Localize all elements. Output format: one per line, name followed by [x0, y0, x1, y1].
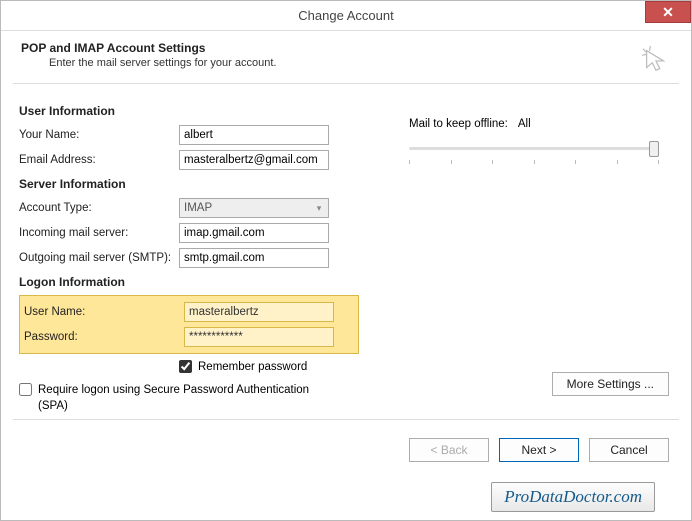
label-email: Email Address: [19, 154, 179, 166]
header: POP and IMAP Account Settings Enter the … [1, 31, 691, 83]
back-button: < Back [409, 438, 489, 462]
label-outgoing: Outgoing mail server (SMTP): [19, 252, 179, 264]
field-user-name: User Name: [24, 301, 354, 323]
section-user-info: User Information [19, 104, 359, 118]
label-incoming: Incoming mail server: [19, 227, 179, 239]
cursor-icon [641, 45, 671, 75]
slider-track [409, 147, 659, 150]
input-incoming[interactable] [179, 223, 329, 243]
label-your-name: Your Name: [19, 129, 179, 141]
label-spa: Require logon using Secure Password Auth… [38, 383, 328, 414]
input-password[interactable] [184, 327, 334, 347]
input-your-name[interactable] [179, 125, 329, 145]
checkbox-remember-row: Remember password [19, 360, 359, 373]
logon-highlight: User Name: Password: [19, 295, 359, 354]
section-logon-info: Logon Information [19, 275, 359, 289]
more-settings-wrap: More Settings ... [552, 372, 669, 396]
label-account-type: Account Type: [19, 202, 179, 214]
field-account-type: Account Type: IMAP ▾ [19, 197, 359, 219]
field-password: Password: [24, 326, 354, 348]
header-title: POP and IMAP Account Settings [21, 41, 671, 55]
section-server-info: Server Information [19, 177, 359, 191]
close-button[interactable]: ✕ [645, 1, 691, 23]
offline-slider[interactable] [409, 140, 659, 160]
select-account-type: IMAP ▾ [179, 198, 329, 218]
field-your-name: Your Name: [19, 124, 359, 146]
cancel-button[interactable]: Cancel [589, 438, 669, 462]
field-email: Email Address: [19, 149, 359, 171]
field-outgoing: Outgoing mail server (SMTP): [19, 247, 359, 269]
input-email[interactable] [179, 150, 329, 170]
label-password: Password: [24, 331, 184, 343]
wizard-footer: < Back Next > Cancel [409, 438, 669, 462]
label-offline: Mail to keep offline: [409, 118, 508, 130]
field-incoming: Incoming mail server: [19, 222, 359, 244]
slider-ticks [409, 160, 659, 164]
header-subtitle: Enter the mail server settings for your … [21, 57, 671, 69]
slider-thumb[interactable] [649, 141, 659, 157]
chevron-down-icon: ▾ [310, 199, 328, 217]
footer-divider [13, 419, 679, 420]
window-title: Change Account [1, 8, 691, 23]
close-icon: ✕ [662, 4, 674, 21]
left-column: User Information Your Name: Email Addres… [19, 98, 359, 420]
label-remember: Remember password [198, 361, 307, 373]
watermark: ProDataDoctor.com [491, 482, 655, 512]
next-button[interactable]: Next > [499, 438, 579, 462]
label-user-name: User Name: [24, 306, 184, 318]
value-offline: All [518, 118, 531, 130]
checkbox-remember[interactable] [179, 360, 192, 373]
select-account-type-value: IMAP [184, 202, 212, 214]
input-outgoing[interactable] [179, 248, 329, 268]
title-bar: Change Account ✕ [1, 1, 691, 31]
more-settings-button[interactable]: More Settings ... [552, 372, 669, 396]
offline-row: Mail to keep offline: All [409, 118, 673, 130]
input-user-name[interactable] [184, 302, 334, 322]
checkbox-spa-row: Require logon using Secure Password Auth… [19, 383, 359, 414]
checkbox-spa[interactable] [19, 383, 32, 396]
